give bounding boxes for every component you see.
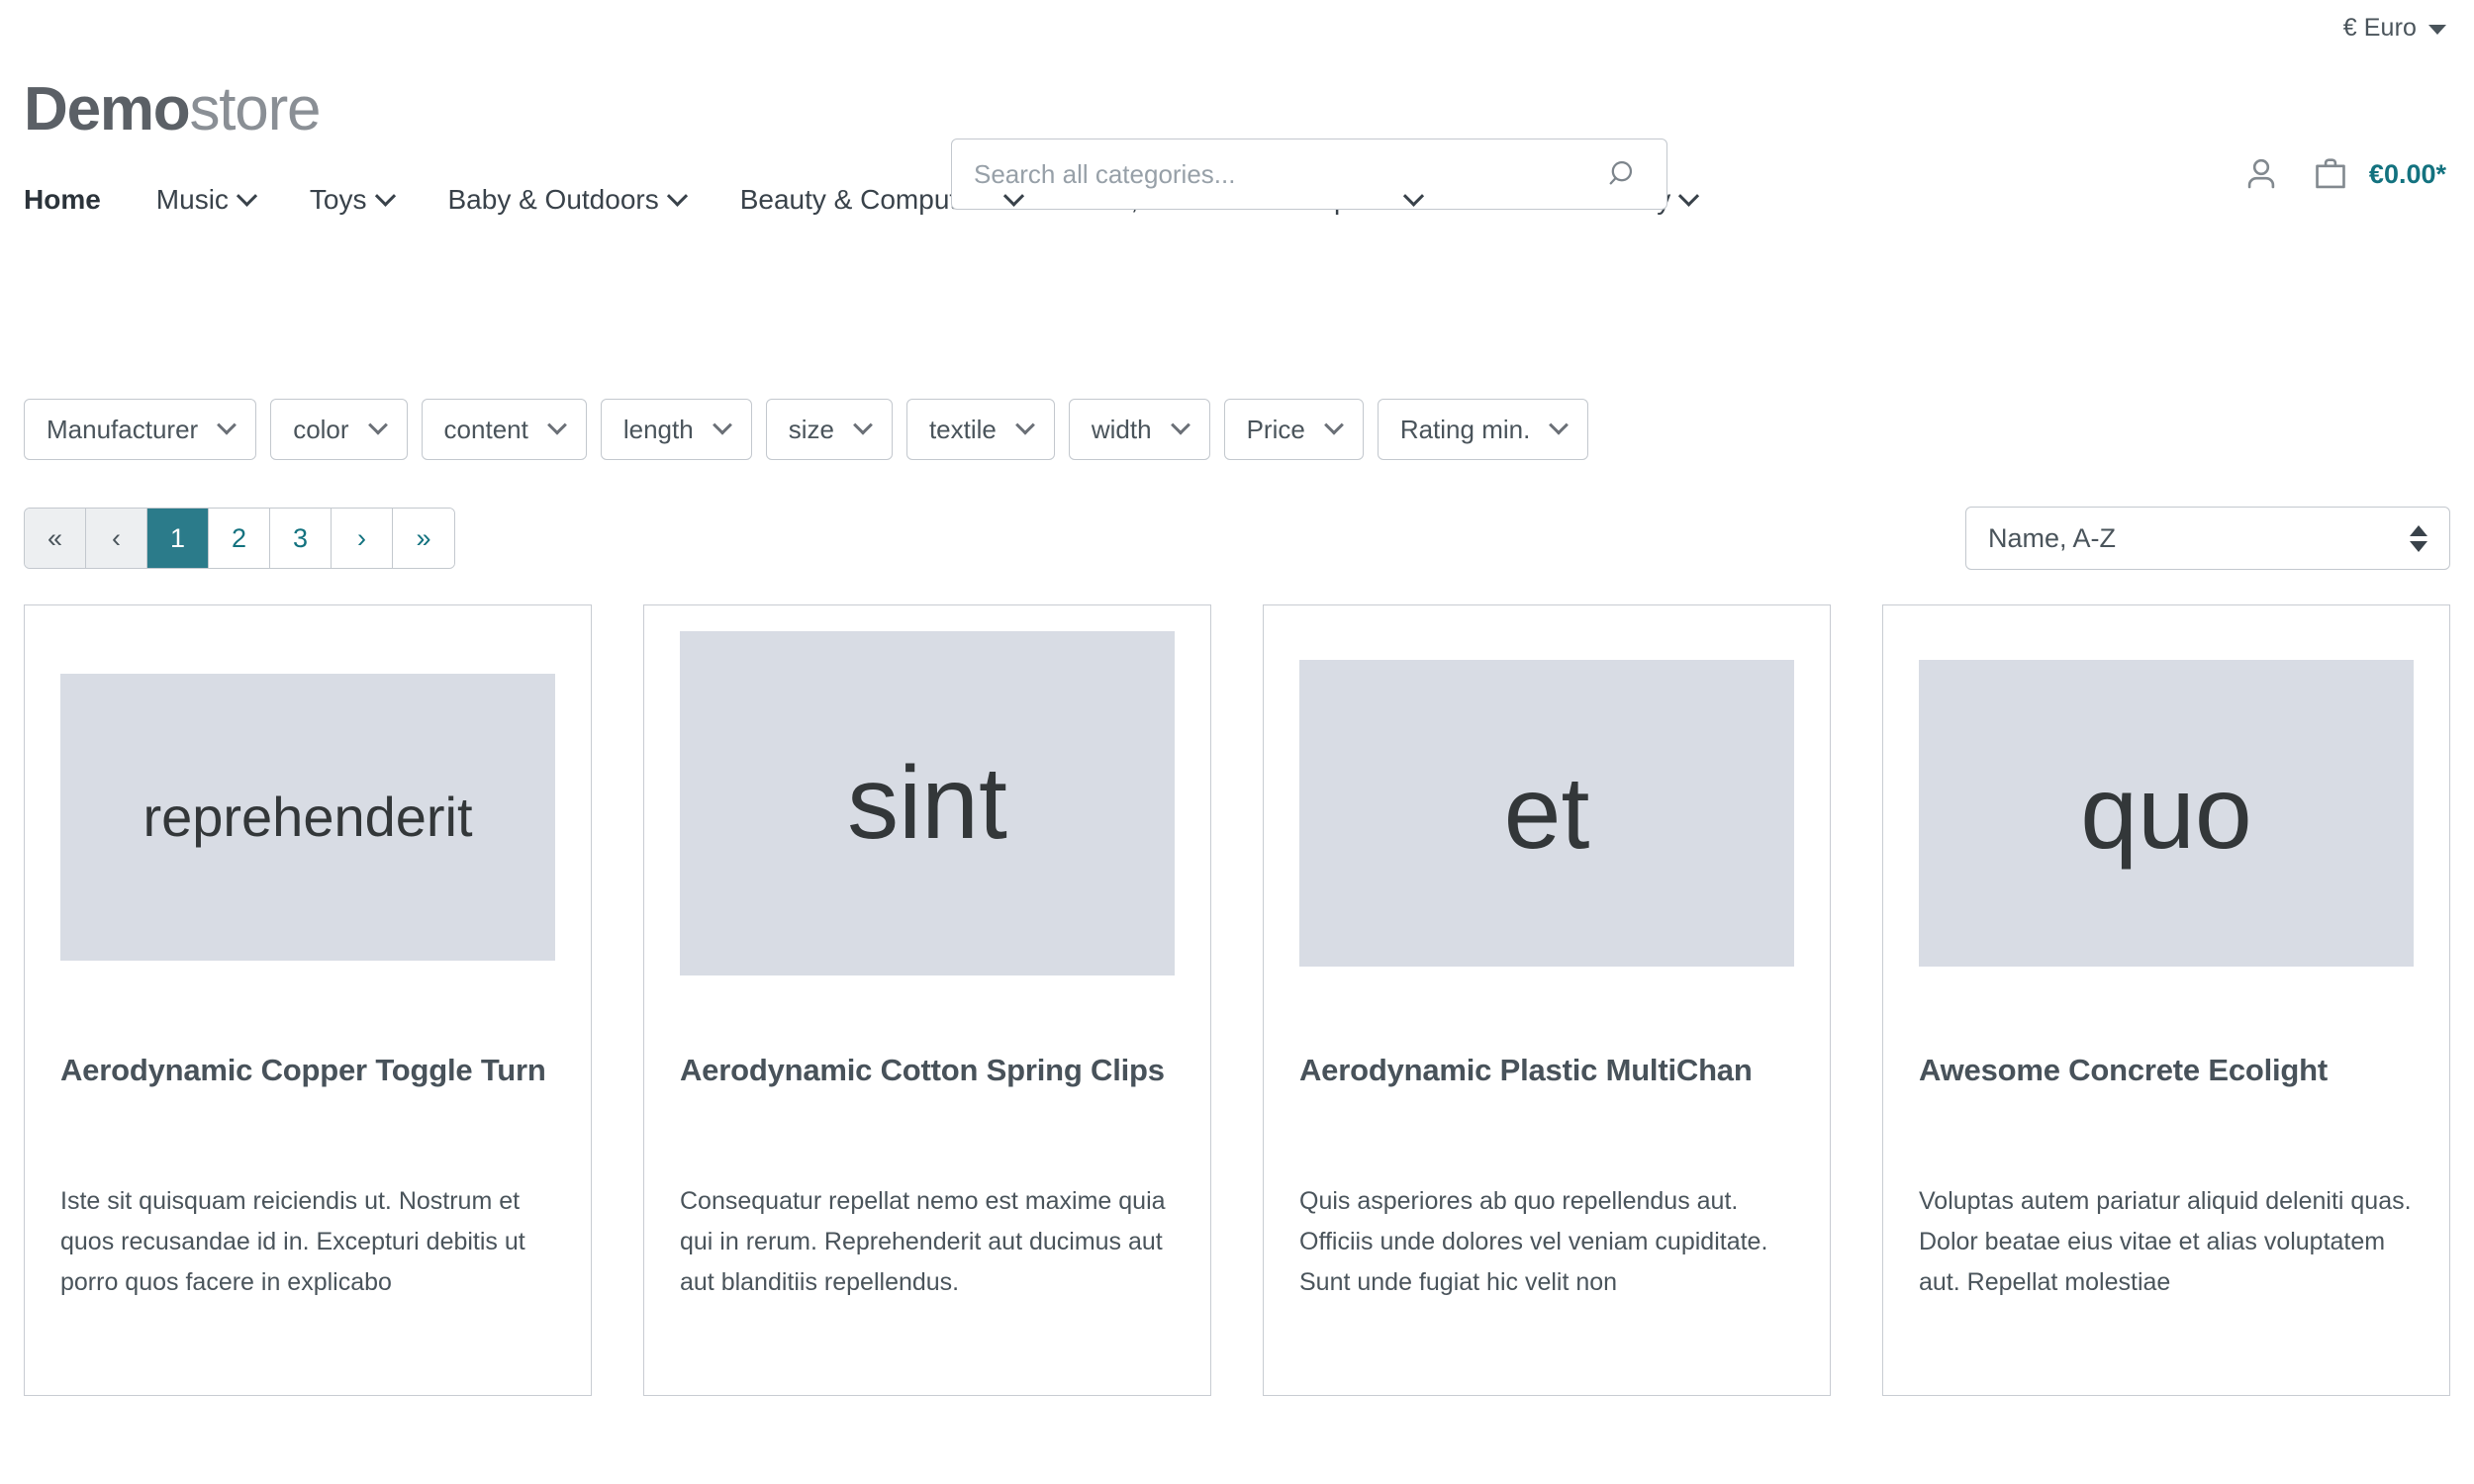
filter-label: size (789, 415, 834, 445)
search-input[interactable] (974, 159, 1603, 190)
product-body: Aerodynamic Cotton Spring Clips Consequa… (644, 976, 1210, 1395)
nav-item-baby-outdoors[interactable]: Baby & Outdoors (448, 184, 685, 216)
chevron-down-icon (1324, 416, 1344, 435)
header-actions: €0.00* (2240, 139, 2446, 210)
product-card[interactable]: sint Aerodynamic Cotton Spring Clips Con… (643, 604, 1211, 1396)
chevron-down-icon (1549, 416, 1569, 435)
product-description: Voluptas autem pariatur aliquid deleniti… (1919, 1181, 2414, 1303)
sort-select[interactable]: Name, A-Z (1965, 507, 2450, 570)
nav-item-home[interactable]: Home (24, 184, 101, 216)
pagination: « ‹ 1 2 3 › » (24, 508, 455, 569)
filter-label: color (293, 415, 348, 445)
product-image-placeholder: et (1299, 660, 1794, 967)
product-image-placeholder: reprehenderit (60, 674, 555, 961)
product-body: Awesome Concrete Ecolight Voluptas autem… (1883, 976, 2449, 1395)
product-grid: reprehenderit Aerodynamic Copper Toggle … (0, 604, 2474, 1396)
product-title[interactable]: Aerodynamic Copper Toggle Turn (60, 1051, 555, 1090)
filter-content[interactable]: content (422, 399, 587, 460)
product-image-placeholder: quo (1919, 660, 2414, 967)
chevron-down-icon (1678, 185, 1699, 206)
product-card[interactable]: quo Awesome Concrete Ecolight Voluptas a… (1882, 604, 2450, 1396)
product-card[interactable]: reprehenderit Aerodynamic Copper Toggle … (24, 604, 592, 1396)
product-image-wrap: sint (644, 605, 1210, 976)
nav-label: Music (156, 184, 229, 216)
filter-size[interactable]: size (766, 399, 893, 460)
listing-toolbar: « ‹ 1 2 3 › » Name, A-Z (0, 507, 2474, 570)
filter-length[interactable]: length (601, 399, 752, 460)
nav-label: Home (24, 184, 101, 216)
cart-total-amount: €0.00* (2369, 159, 2446, 190)
chevron-down-icon (853, 416, 873, 435)
filter-bar: Manufacturer color content length size t… (0, 399, 2474, 460)
filter-rating-min[interactable]: Rating min. (1378, 399, 1589, 460)
pagination-last-page[interactable]: » (393, 509, 454, 568)
nav-item-toys[interactable]: Toys (310, 184, 393, 216)
filter-price[interactable]: Price (1224, 399, 1364, 460)
product-title[interactable]: Aerodynamic Plastic MultiChan (1299, 1051, 1794, 1090)
sort-updown-icon (2410, 525, 2427, 552)
filter-color[interactable]: color (270, 399, 407, 460)
nav-label: Toys (310, 184, 367, 216)
search-button[interactable] (1603, 157, 1645, 191)
chevron-down-icon (1171, 416, 1190, 435)
chevron-down-icon (368, 416, 388, 435)
nav-item-music[interactable]: Music (156, 184, 254, 216)
product-image-wrap: reprehenderit (25, 605, 591, 976)
filter-label: width (1092, 415, 1152, 445)
site-header: Demostore (0, 55, 2474, 164)
currency-label: € Euro (2343, 14, 2417, 43)
chevron-down-icon (1015, 416, 1035, 435)
currency-switcher[interactable]: € Euro (2343, 14, 2446, 43)
top-bar: € Euro (0, 0, 2474, 55)
product-description: Consequatur repellat nemo est maxime qui… (680, 1181, 1175, 1303)
search-container (951, 139, 1667, 210)
filter-label: length (623, 415, 694, 445)
filter-label: content (444, 415, 528, 445)
product-image-wrap: quo (1883, 605, 2449, 976)
shopping-bag-icon (2310, 153, 2351, 195)
pagination-page-3[interactable]: 3 (270, 509, 332, 568)
logo-bold-part: Demo (24, 75, 189, 143)
storefront-page: € Euro Demostore (0, 0, 2474, 1484)
logo-light-part: store (189, 75, 320, 143)
cart-widget[interactable]: €0.00* (2310, 153, 2446, 195)
chevron-down-icon (547, 416, 567, 435)
chevron-down-icon (2428, 25, 2446, 35)
filter-width[interactable]: width (1069, 399, 1210, 460)
site-logo[interactable]: Demostore (24, 79, 320, 140)
chevron-down-icon (667, 185, 688, 206)
account-button[interactable] (2240, 153, 2282, 195)
product-description: Iste sit quisquam reiciendis ut. Nostrum… (60, 1181, 555, 1303)
chevron-down-icon (374, 185, 395, 206)
product-description: Quis asperiores ab quo repellendus aut. … (1299, 1181, 1794, 1303)
filter-manufacturer[interactable]: Manufacturer (24, 399, 256, 460)
product-image-placeholder: sint (680, 631, 1175, 975)
pagination-first-page[interactable]: « (25, 509, 86, 568)
chevron-down-icon (217, 416, 237, 435)
product-image-wrap: et (1264, 605, 1830, 976)
pagination-page-2[interactable]: 2 (209, 509, 270, 568)
search-box[interactable] (951, 139, 1667, 210)
sort-selected-value: Name, A-Z (1988, 523, 2116, 554)
filter-label: textile (929, 415, 997, 445)
filter-textile[interactable]: textile (906, 399, 1055, 460)
filter-label: Rating min. (1400, 415, 1531, 445)
filter-label: Manufacturer (47, 415, 198, 445)
pagination-previous-page[interactable]: ‹ (86, 509, 147, 568)
product-title[interactable]: Aerodynamic Cotton Spring Clips (680, 1051, 1175, 1090)
filter-label: Price (1247, 415, 1305, 445)
product-title[interactable]: Awesome Concrete Ecolight (1919, 1051, 2414, 1090)
product-body: Aerodynamic Plastic MultiChan Quis asper… (1264, 976, 1830, 1395)
nav-label: Baby & Outdoors (448, 184, 659, 216)
chevron-down-icon (713, 416, 732, 435)
pagination-page-1[interactable]: 1 (147, 509, 209, 568)
search-icon (1607, 157, 1641, 191)
chevron-down-icon (237, 185, 257, 206)
product-body: Aerodynamic Copper Toggle Turn Iste sit … (25, 976, 591, 1395)
pagination-next-page[interactable]: › (332, 509, 393, 568)
user-icon (2240, 153, 2282, 195)
product-card[interactable]: et Aerodynamic Plastic MultiChan Quis as… (1263, 604, 1831, 1396)
